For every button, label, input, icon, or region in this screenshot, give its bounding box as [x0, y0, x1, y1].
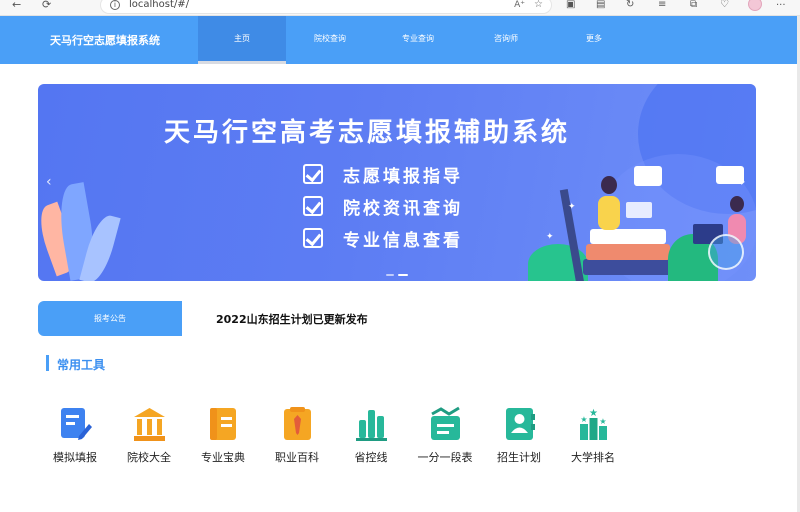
tool-score-segment-table[interactable]: 一分一段表 — [408, 406, 482, 466]
tool-label: 院校大全 — [127, 451, 171, 464]
nav-major-search[interactable]: 专业查询 — [374, 16, 462, 64]
section-title: 常用工具 — [57, 358, 106, 372]
university-icon — [134, 408, 165, 441]
student-head-illustration — [601, 176, 617, 194]
favorite-star-icon[interactable]: ☆ — [534, 0, 543, 13]
svg-text:★: ★ — [589, 408, 598, 419]
tool-label: 职业百科 — [275, 451, 319, 464]
checkbox-icon — [303, 228, 323, 248]
career-tie-icon — [284, 407, 311, 440]
nav-home[interactable]: 主页 — [198, 16, 286, 64]
tool-enrollment-plan[interactable]: 招生计划 — [482, 406, 556, 466]
collections-icon[interactable]: ▤ — [596, 0, 605, 10]
back-arrow-icon[interactable]: ← — [12, 0, 21, 10]
svg-text:★: ★ — [580, 415, 587, 424]
student-head-illustration — [730, 196, 744, 212]
checkbox-icon — [303, 196, 323, 216]
svg-text:★: ★ — [599, 417, 606, 426]
tool-label: 模拟填报 — [53, 451, 97, 464]
reader-mode-icon[interactable]: A⁺ — [514, 0, 525, 13]
refresh-icon[interactable]: ⟳ — [42, 0, 51, 10]
tool-university-directory[interactable]: 院校大全 — [112, 406, 186, 466]
laptop-illustration — [626, 202, 652, 218]
app-header: 天马行空志愿填报系统 主页 院校查询 专业查询 咨询师 更多 — [0, 16, 800, 64]
favorites-list-icon[interactable]: ≡ — [658, 0, 666, 10]
section-accent-bar — [46, 355, 49, 371]
video-bubble-decoration — [634, 166, 662, 186]
tool-university-ranking[interactable]: ★ ★ ★ 大学排名 — [556, 406, 630, 466]
extension-icon[interactable]: ▣ — [566, 0, 575, 10]
tab-icon[interactable]: ⧉ — [690, 0, 697, 10]
banner-feature-3: 专业信息查看 — [343, 231, 463, 251]
sparkle-decoration: ✦ — [546, 232, 554, 242]
book-stack-decoration — [583, 259, 673, 275]
checkbox-icon — [303, 164, 323, 184]
banner-feature-2: 院校资讯查询 — [343, 199, 463, 219]
address-text: localhost/#/ — [129, 0, 190, 10]
tool-provincial-control-line[interactable]: 省控线 — [334, 406, 408, 466]
address-bar[interactable]: i localhost/#/ A⁺ ☆ — [100, 0, 552, 14]
score-table-icon — [431, 406, 460, 440]
tool-label: 专业宝典 — [201, 451, 245, 464]
nav-consultant[interactable]: 咨询师 — [462, 16, 550, 64]
heart-icon[interactable]: ♡ — [720, 0, 729, 10]
notice-tab[interactable]: 报考公告 — [38, 301, 182, 336]
book-icon — [210, 408, 236, 440]
carousel-indicator[interactable] — [386, 274, 394, 276]
browser-menu-icon[interactable]: ··· — [776, 0, 786, 11]
tool-label: 省控线 — [354, 451, 388, 464]
nav-university-search[interactable]: 院校查询 — [286, 16, 374, 64]
tool-label: 招生计划 — [497, 451, 541, 464]
carousel-indicator-active[interactable] — [398, 274, 408, 276]
notice-text[interactable]: 2022山东招生计划已更新发布 — [216, 311, 368, 327]
book-stack-decoration — [586, 244, 670, 260]
site-info-icon[interactable]: i — [110, 0, 120, 10]
enrollment-plan-icon — [506, 408, 535, 440]
edit-document-icon — [61, 408, 92, 440]
browser-toolbar: ← ⟳ i localhost/#/ A⁺ ☆ ▣ ▤ ↻ ≡ ⧉ ♡ ··· — [0, 0, 800, 16]
carousel-prev-icon[interactable]: ‹ — [46, 174, 52, 190]
banner-feature-1: 志愿填报指导 — [343, 167, 463, 187]
tool-label: 大学排名 — [571, 451, 615, 464]
tool-label: 一分一段表 — [417, 451, 473, 464]
tool-mock-application[interactable]: 模拟填报 — [38, 406, 112, 466]
carousel-next-icon[interactable]: › — [740, 174, 746, 190]
bar-chart-icon — [356, 410, 387, 441]
banner-carousel[interactable]: 天马行空高考志愿填报辅助系统 志愿填报指导 院校资讯查询 专业信息查看 ✦ ✦ … — [38, 84, 756, 281]
profile-avatar[interactable] — [748, 0, 762, 11]
student-illustration — [598, 196, 620, 230]
sparkle-decoration: ✦ — [568, 202, 576, 212]
nav-more[interactable]: 更多 — [550, 16, 638, 64]
tool-career-encyclopedia[interactable]: 职业百科 — [260, 406, 334, 466]
ranking-icon: ★ ★ ★ — [580, 408, 607, 440]
circle-decoration — [708, 234, 744, 270]
tool-major-guide[interactable]: 专业宝典 — [186, 406, 260, 466]
book-stack-decoration — [590, 229, 666, 244]
app-title: 天马行空志愿填报系统 — [50, 34, 160, 47]
banner-title: 天马行空高考志愿填报辅助系统 — [164, 118, 571, 148]
refresh-extension-icon[interactable]: ↻ — [626, 0, 634, 10]
